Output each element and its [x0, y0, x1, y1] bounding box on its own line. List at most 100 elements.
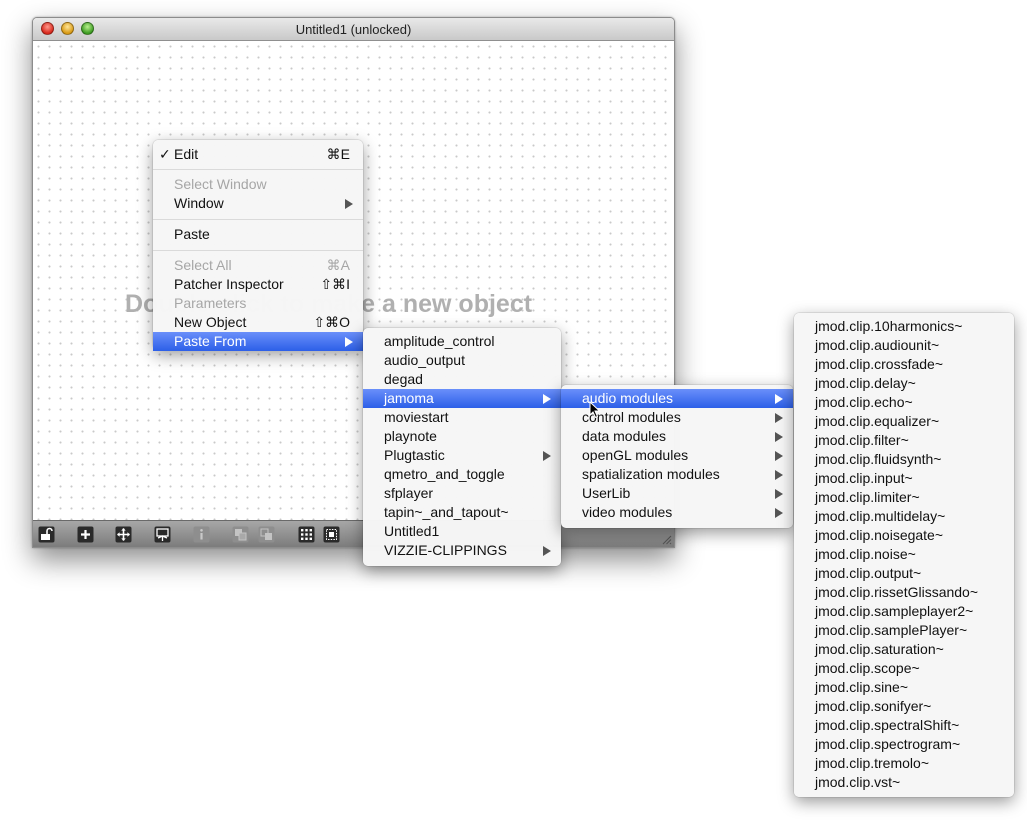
audio-module-item-jmod-clip-rissetglissando[interactable]: jmod.clip.rissetGlissando~: [794, 583, 1014, 602]
menu-item-paste[interactable]: Paste: [153, 225, 363, 244]
menu-item-new-object[interactable]: New Object ⇧⌘O: [153, 313, 363, 332]
submenu-arrow-icon: [775, 508, 783, 518]
group-icon[interactable]: [232, 526, 249, 543]
submenu-arrow-icon: [775, 451, 783, 461]
menu-separator: [153, 169, 363, 170]
paste-from-item-amplitude-control[interactable]: amplitude_control: [363, 332, 561, 351]
menu-item-label: Plugtastic: [384, 447, 445, 463]
snap-grid-icon[interactable]: [323, 526, 340, 543]
title-bar[interactable]: Untitled1 (unlocked): [33, 18, 674, 41]
paste-from-item-tapin-and-tapout[interactable]: tapin~_and_tapout~: [363, 503, 561, 522]
paste-from-item-plugtastic[interactable]: Plugtastic: [363, 446, 561, 465]
audio-module-item-jmod-clip-vst[interactable]: jmod.clip.vst~: [794, 773, 1014, 792]
audio-module-item-jmod-clip-fluidsynth[interactable]: jmod.clip.fluidsynth~: [794, 450, 1014, 469]
resize-grip-icon[interactable]: [660, 533, 672, 545]
menu-item-label: spatialization modules: [582, 466, 720, 482]
submenu-arrow-icon: [775, 413, 783, 423]
patcher-context-menu: ✓ Edit ⌘E Select Window Window Paste Sel…: [153, 140, 363, 351]
paste-from-item-degad[interactable]: degad: [363, 370, 561, 389]
menu-item-select-all: Select All ⌘A: [174, 257, 350, 273]
menu-item-label: openGL modules: [582, 447, 689, 463]
paste-from-item-qmetro-and-toggle[interactable]: qmetro_and_toggle: [363, 465, 561, 484]
menu-item-edit[interactable]: ✓ Edit ⌘E: [153, 145, 363, 164]
audio-module-item-jmod-clip-sampleplayer[interactable]: jmod.clip.samplePlayer~: [794, 621, 1014, 640]
presentation-icon[interactable]: [154, 526, 171, 543]
paste-from-item-jamoma[interactable]: jamoma: [363, 389, 561, 408]
audio-module-item-jmod-clip-limiter[interactable]: jmod.clip.limiter~: [794, 488, 1014, 507]
audio-module-item-jmod-clip-noisegate[interactable]: jmod.clip.noisegate~: [794, 526, 1014, 545]
move-icon[interactable]: [115, 526, 132, 543]
menu-item-label: jmod.clip.audiounit~: [815, 337, 940, 353]
audio-module-item-jmod-clip-input[interactable]: jmod.clip.input~: [794, 469, 1014, 488]
menu-item-label: video modules: [582, 504, 673, 520]
menu-item-label: jmod.clip.noisegate~: [815, 527, 944, 543]
paste-from-item-sfplayer[interactable]: sfplayer: [363, 484, 561, 503]
menu-item-label: UserLib: [582, 485, 631, 501]
audio-module-item-jmod-clip-output[interactable]: jmod.clip.output~: [794, 564, 1014, 583]
audio-modules-submenu: jmod.clip.10harmonics~ jmod.clip.audiouni…: [794, 313, 1014, 797]
menu-item-label: jmod.clip.spectralShift~: [815, 717, 960, 733]
menu-item-label: jmod.clip.sampleplayer2~: [815, 603, 974, 619]
audio-module-item-jmod-clip-sampleplayer2[interactable]: jmod.clip.sampleplayer2~: [794, 602, 1014, 621]
paste-from-item-vizzie-clippings[interactable]: VIZZIE-CLIPPINGS: [363, 541, 561, 560]
menu-item-label: jmod.clip.output~: [815, 565, 922, 581]
menu-item-label: jmod.clip.fluidsynth~: [815, 451, 942, 467]
menu-item-parameters: Parameters: [174, 295, 247, 311]
menu-item-label: jmod.clip.rissetGlissando~: [815, 584, 979, 600]
jamoma-item-opengl-modules[interactable]: openGL modules: [561, 446, 793, 465]
grid-icon[interactable]: [298, 526, 315, 543]
submenu-arrow-icon: [775, 432, 783, 442]
menu-item-label: jmod.clip.samplePlayer~: [815, 622, 968, 638]
audio-module-item-jmod-clip-equalizer[interactable]: jmod.clip.equalizer~: [794, 412, 1014, 431]
jamoma-item-userlib[interactable]: UserLib: [561, 484, 793, 503]
paste-from-item-moviestart[interactable]: moviestart: [363, 408, 561, 427]
menu-item-patcher-inspector[interactable]: Patcher Inspector ⇧⌘I: [153, 275, 363, 294]
lock-icon[interactable]: [38, 526, 55, 543]
menu-item-label: jmod.clip.crossfade~: [815, 356, 944, 372]
audio-module-item-jmod-clip-noise[interactable]: jmod.clip.noise~: [794, 545, 1014, 564]
menu-item-label: jmod.clip.input~: [815, 470, 913, 486]
audio-module-item-jmod-clip-spectralshift[interactable]: jmod.clip.spectralShift~: [794, 716, 1014, 735]
menu-item-label: jmod.clip.sonifyer~: [815, 698, 932, 714]
audio-module-item-jmod-clip-audiounit[interactable]: jmod.clip.audiounit~: [794, 336, 1014, 355]
menu-item-window[interactable]: Window: [153, 194, 363, 213]
audio-module-item-jmod-clip-10harmonics[interactable]: jmod.clip.10harmonics~: [794, 317, 1014, 336]
submenu-arrow-icon: [775, 470, 783, 480]
menu-item-label: qmetro_and_toggle: [384, 466, 505, 482]
jamoma-item-spatialization-modules[interactable]: spatialization modules: [561, 465, 793, 484]
add-icon[interactable]: [77, 526, 94, 543]
mouse-cursor-icon: [589, 401, 601, 419]
audio-module-item-jmod-clip-filter[interactable]: jmod.clip.filter~: [794, 431, 1014, 450]
menu-item-label: tapin~_and_tapout~: [384, 504, 509, 520]
menu-item-label: jmod.clip.noise~: [815, 546, 916, 562]
menu-item-paste-from[interactable]: Paste From: [153, 332, 363, 351]
audio-module-item-jmod-clip-crossfade[interactable]: jmod.clip.crossfade~: [794, 355, 1014, 374]
audio-module-item-jmod-clip-multidelay[interactable]: jmod.clip.multidelay~: [794, 507, 1014, 526]
jamoma-item-video-modules[interactable]: video modules: [561, 503, 793, 522]
menu-item-label: data modules: [582, 428, 667, 444]
menu-item-label: jmod.clip.filter~: [815, 432, 909, 448]
audio-module-item-jmod-clip-saturation[interactable]: jmod.clip.saturation~: [794, 640, 1014, 659]
info-icon[interactable]: [193, 526, 210, 543]
paste-from-item-playnote[interactable]: playnote: [363, 427, 561, 446]
menu-item-label: VIZZIE-CLIPPINGS: [384, 542, 507, 558]
audio-module-item-jmod-clip-spectrogram[interactable]: jmod.clip.spectrogram~: [794, 735, 1014, 754]
menu-item-label: jmod.clip.spectrogram~: [815, 736, 961, 752]
ungroup-icon[interactable]: [258, 526, 275, 543]
menu-item-label: jmod.clip.echo~: [815, 394, 913, 410]
submenu-arrow-icon: [345, 199, 353, 209]
menu-item-label: jmod.clip.multidelay~: [815, 508, 946, 524]
jamoma-item-data-modules[interactable]: data modules: [561, 427, 793, 446]
menu-item-label: sfplayer: [384, 485, 434, 501]
menu-item-label: jmod.clip.tremolo~: [815, 755, 929, 771]
audio-module-item-jmod-clip-tremolo[interactable]: jmod.clip.tremolo~: [794, 754, 1014, 773]
audio-module-item-jmod-clip-sonifyer[interactable]: jmod.clip.sonifyer~: [794, 697, 1014, 716]
audio-module-item-jmod-clip-scope[interactable]: jmod.clip.scope~: [794, 659, 1014, 678]
menu-item-label: moviestart: [384, 409, 449, 425]
paste-from-item-untitled1[interactable]: Untitled1: [363, 522, 561, 541]
audio-module-item-jmod-clip-sine[interactable]: jmod.clip.sine~: [794, 678, 1014, 697]
menu-item-label: jmod.clip.limiter~: [815, 489, 920, 505]
audio-module-item-jmod-clip-delay[interactable]: jmod.clip.delay~: [794, 374, 1014, 393]
paste-from-item-audio-output[interactable]: audio_output: [363, 351, 561, 370]
audio-module-item-jmod-clip-echo[interactable]: jmod.clip.echo~: [794, 393, 1014, 412]
